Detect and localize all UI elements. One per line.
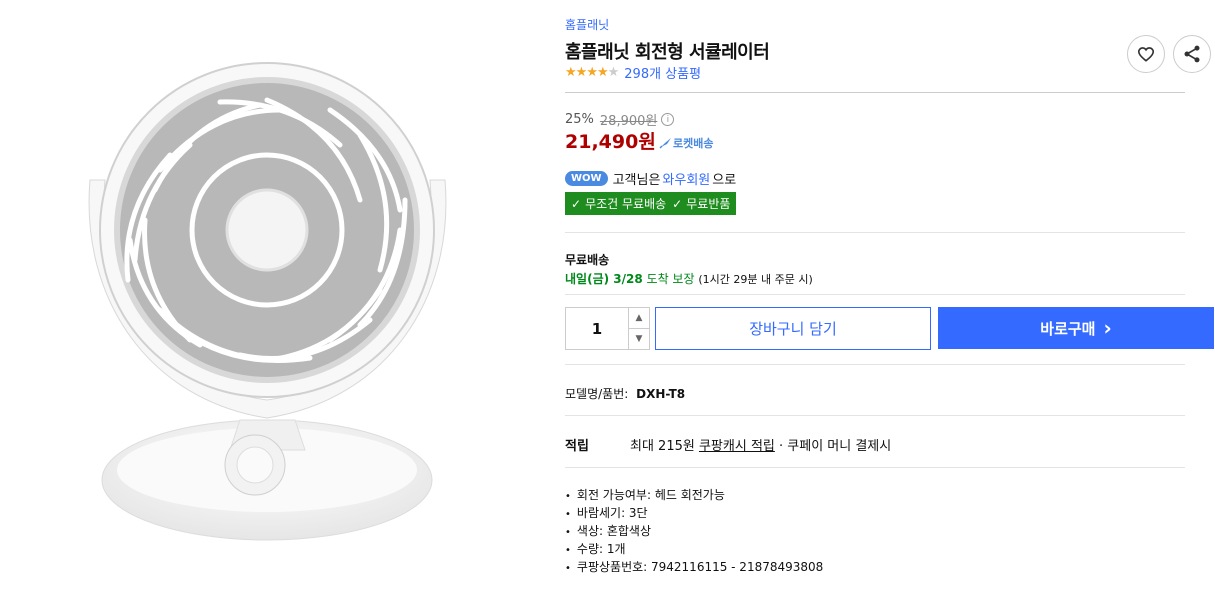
- star-icon: ★: [565, 65, 577, 80]
- rocket-icon: [659, 138, 671, 149]
- free-benefits-badge: ✓ 무조건 무료배송 ✓ 무료반품: [565, 192, 737, 215]
- discount-rate: 25%: [565, 112, 594, 127]
- rocket-delivery-badge: 로켓배송: [659, 135, 713, 151]
- buy-now-label: 바로구매: [1040, 319, 1096, 338]
- quantity-stepper[interactable]: 1 ▲ ▼: [565, 307, 650, 350]
- list-item: 쿠팡상품번호: 7942116115 - 21878493808: [565, 558, 823, 576]
- delivery-date: 내일(금) 3/28 도착 보장 (1시간 29분 내 주문 시): [565, 270, 813, 287]
- add-to-cart-button[interactable]: 장바구니 담기: [655, 307, 931, 350]
- star-empty-icon: ★: [607, 65, 620, 80]
- model-info: 모델명/품번: DXH-T8: [565, 385, 685, 402]
- shipping-title: 무료배송: [565, 253, 610, 267]
- membership-text-suffix: 으로: [712, 173, 737, 188]
- chevron-down-icon[interactable]: ▼: [629, 329, 649, 349]
- membership-text: 고객님은: [612, 173, 661, 188]
- divider: [565, 92, 1185, 93]
- delivery-guarantee: 도착 보장: [646, 272, 695, 286]
- divider: [565, 294, 1185, 295]
- buy-now-button[interactable]: 바로구매 ›: [938, 307, 1214, 349]
- free-shipping-label: 무조건 무료배송: [585, 197, 667, 211]
- chevron-right-icon: ›: [1103, 316, 1112, 340]
- check-icon: ✓: [672, 196, 683, 211]
- list-item: 바람세기: 3단: [565, 504, 823, 522]
- review-count-link[interactable]: 298개 상품평: [624, 63, 701, 82]
- divider: [565, 467, 1185, 468]
- points-label: 적립: [565, 439, 589, 454]
- points-suffix: · 쿠페이 머니 결제시: [779, 439, 892, 454]
- product-details-list: 회전 가능여부: 헤드 회전가능 바람세기: 3단 색상: 혼합색상 수량: 1…: [565, 486, 823, 576]
- share-icon: [1184, 45, 1200, 63]
- divider: [565, 364, 1185, 365]
- model-value: DXH-T8: [636, 387, 686, 401]
- star-icon: ★: [586, 65, 598, 80]
- heart-icon: [1137, 47, 1155, 62]
- wow-badge: WOW: [565, 171, 608, 186]
- free-return-label: 무료반품: [686, 197, 731, 211]
- rating-row: ★★★★★ 298개 상품평: [565, 63, 701, 82]
- coupang-cash-link[interactable]: 쿠팡캐시 적립: [699, 435, 775, 454]
- star-icon: ★: [575, 65, 588, 80]
- divider: [565, 415, 1185, 416]
- chevron-up-icon[interactable]: ▲: [629, 308, 649, 329]
- reward-points-row: 적립 최대 215원 쿠팡캐시 적립 · 쿠페이 머니 결제시: [565, 435, 891, 454]
- wishlist-button[interactable]: [1127, 35, 1165, 73]
- star-icon: ★: [596, 65, 609, 80]
- sale-price: 21,490원: [565, 131, 656, 153]
- star-rating: ★★★★★: [565, 65, 620, 80]
- wow-member-link[interactable]: 와우회원: [662, 169, 710, 188]
- model-label: 모델명/품번:: [565, 387, 629, 401]
- membership-row: WOW 고객님은 와우회원 으로: [565, 169, 736, 188]
- order-deadline-note: (1시간 29분 내 주문 시): [698, 273, 813, 286]
- product-title: 홈플래닛 회전형 서큘레이터: [565, 42, 770, 63]
- circulator-fan-image: [88, 62, 447, 541]
- info-icon[interactable]: i: [661, 113, 675, 126]
- product-image: [60, 40, 520, 560]
- divider: [565, 232, 1185, 233]
- quantity-input[interactable]: 1: [566, 320, 628, 338]
- list-item: 색상: 혼합색상: [565, 522, 823, 540]
- list-item: 회전 가능여부: 헤드 회전가능: [565, 486, 823, 504]
- check-icon: ✓: [571, 196, 582, 211]
- list-item: 수량: 1개: [565, 540, 823, 558]
- share-button[interactable]: [1173, 35, 1211, 73]
- brand-link[interactable]: 홈플래닛: [565, 16, 609, 33]
- quantity-arrows: ▲ ▼: [628, 308, 649, 349]
- points-prefix: 최대 215원: [630, 439, 695, 454]
- rocket-label: 로켓배송: [673, 137, 714, 150]
- delivery-date-highlight: 내일(금) 3/28: [565, 272, 643, 286]
